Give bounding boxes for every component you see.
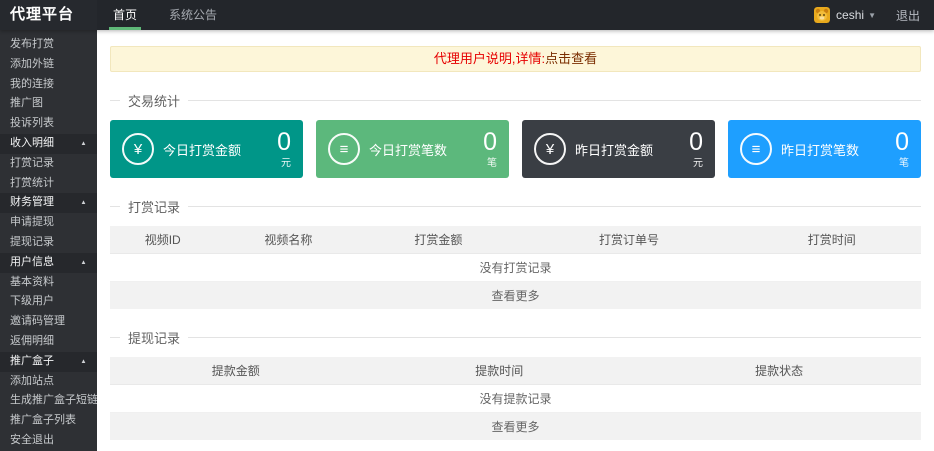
notice-link[interactable]: 点击查看	[545, 51, 597, 66]
stat-card-label: 今日打赏金额	[163, 142, 242, 158]
reward-records-table: 视频ID 视频名称 打赏金额 打赏订单号 打赏时间 没有打赏记录 查看更多	[110, 226, 921, 309]
sidebar-item-basic-profile[interactable]: 基本资料	[0, 273, 97, 293]
sidebar-item-add-site[interactable]: 添加站点	[0, 372, 97, 392]
stat-card-today-count: ≡ 今日打赏笔数 0 笔	[316, 120, 509, 178]
table-header-row: 提款金额 提款时间 提款状态	[110, 357, 921, 385]
col-withdraw-amount: 提款金额	[110, 357, 362, 385]
sidebar-item-reward-stats[interactable]: 打赏统计	[0, 174, 97, 194]
user-avatar[interactable]	[814, 7, 831, 23]
notice-banner[interactable]: 代理用户说明,详情:点击查看	[110, 46, 921, 72]
sidebar-item-add-external-link[interactable]: 添加外链	[0, 55, 97, 75]
stat-card-label: 昨日打赏笔数	[781, 142, 860, 158]
stat-card-today-amount: ¥ 今日打赏金额 0 元	[110, 120, 303, 178]
stat-card-yesterday-amount: ¥ 昨日打赏金额 0 元	[522, 120, 715, 178]
sidebar-section-finance[interactable]: 财务管理 ▲	[0, 193, 97, 214]
list-circle-icon: ≡	[328, 133, 360, 165]
sidebar-item-withdraw-records[interactable]: 提现记录	[0, 233, 97, 253]
sidebar-item-complaint-list[interactable]: 投诉列表	[0, 114, 97, 134]
view-more-button[interactable]: 查看更多	[110, 281, 921, 309]
section-title-text: 打赏记录	[128, 200, 181, 215]
sidebar-item-safe-logout[interactable]: 安全退出	[0, 431, 97, 451]
list-circle-icon: ≡	[740, 133, 772, 165]
section-title-text: 提现记录	[128, 331, 181, 346]
sidebar-section-label: 用户信息	[10, 255, 54, 268]
stat-cards: ¥ 今日打赏金额 0 元 ≡ 今日打赏笔数 0 笔 ¥ 昨日打赏金额 0 元 ≡	[110, 120, 921, 178]
yen-circle-icon: ¥	[534, 133, 566, 165]
top-header: 代理平台 首页 系统公告 ceshi ▼ 退出	[0, 0, 934, 30]
view-more-button[interactable]: 查看更多	[110, 412, 921, 440]
stat-card-value: 0	[895, 127, 909, 156]
yen-circle-icon: ¥	[122, 133, 154, 165]
chevron-up-icon: ▲	[80, 259, 87, 266]
username[interactable]: ceshi	[836, 8, 864, 22]
chevron-up-icon: ▲	[80, 358, 87, 365]
table-header-row: 视频ID 视频名称 打赏金额 打赏订单号 打赏时间	[110, 226, 921, 254]
empty-message: 没有打赏记录	[110, 253, 921, 282]
header-user-area: ceshi ▼ 退出	[814, 0, 934, 30]
empty-message: 没有提款记录	[110, 384, 921, 413]
sidebar-item-invite-code-mgmt[interactable]: 邀请码管理	[0, 312, 97, 332]
stat-card-unit: 笔	[487, 157, 497, 169]
col-video-name: 视频名称	[215, 226, 362, 254]
col-withdraw-time: 提款时间	[361, 357, 638, 385]
col-reward-order-no: 打赏订单号	[515, 226, 743, 254]
sidebar-item-apply-withdraw[interactable]: 申请提现	[0, 213, 97, 233]
stat-card-unit: 元	[693, 157, 703, 169]
col-reward-amount: 打赏金额	[361, 226, 516, 254]
stat-card-value: 0	[277, 127, 291, 156]
sidebar-item-promo-box-list[interactable]: 推广盒子列表	[0, 411, 97, 431]
stat-card-unit: 笔	[899, 157, 909, 169]
sidebar-item-reward-records[interactable]: 打赏记录	[0, 154, 97, 174]
stat-card-label: 今日打赏笔数	[369, 142, 448, 158]
sidebar-item-my-links[interactable]: 我的连接	[0, 75, 97, 95]
sidebar-section-label: 收入明细	[10, 136, 54, 149]
col-video-id: 视频ID	[110, 226, 216, 254]
stat-card-unit: 元	[281, 157, 291, 169]
empty-row: 没有提款记录	[110, 384, 921, 413]
section-title-transaction-stats: 交易统计	[110, 91, 921, 110]
sidebar-item-promo-image[interactable]: 推广图	[0, 94, 97, 114]
main-content: 代理用户说明,详情:点击查看 交易统计 ¥ 今日打赏金额 0 元 ≡ 今日打赏笔…	[97, 30, 934, 451]
sidebar-item-publish-reward[interactable]: 发布打赏	[0, 35, 97, 55]
col-withdraw-status: 提款状态	[637, 357, 921, 385]
section-title-withdraw-records: 提现记录	[110, 328, 921, 347]
notice-text: 代理用户说明,详情:	[433, 51, 546, 66]
sidebar-section-income-detail[interactable]: 收入明细 ▲	[0, 133, 97, 154]
section-title-reward-records: 打赏记录	[110, 197, 921, 216]
section-title-text: 交易统计	[128, 94, 181, 109]
view-more-row: 查看更多	[110, 281, 921, 309]
sidebar-item-rebate-detail[interactable]: 返佣明细	[0, 332, 97, 352]
col-reward-time: 打赏时间	[742, 226, 921, 254]
empty-row: 没有打赏记录	[110, 253, 921, 282]
view-more-row: 查看更多	[110, 412, 921, 440]
logout-button[interactable]: 退出	[896, 7, 920, 24]
sidebar-section-promo-box[interactable]: 推广盒子 ▲	[0, 351, 97, 372]
brand-logo: 代理平台	[0, 0, 97, 30]
chevron-up-icon: ▲	[80, 140, 87, 147]
stat-card-yesterday-count: ≡ 昨日打赏笔数 0 笔	[728, 120, 921, 178]
tab-home[interactable]: 首页	[97, 0, 153, 30]
tab-system-announcement[interactable]: 系统公告	[153, 0, 233, 30]
stat-card-value: 0	[483, 127, 497, 156]
sidebar-nav: 发布打赏 添加外链 我的连接 推广图 投诉列表 收入明细 ▲ 打赏记录 打赏统计…	[0, 30, 97, 451]
chevron-up-icon: ▲	[80, 199, 87, 207]
stat-card-value: 0	[689, 127, 703, 156]
sidebar-section-label: 财务管理	[10, 196, 54, 209]
header-tabs: 首页 系统公告	[97, 0, 233, 30]
sidebar-item-gen-promo-shortlink[interactable]: 生成推广盒子短链接	[0, 391, 97, 411]
sidebar-section-label: 推广盒子	[10, 354, 54, 367]
stat-card-label: 昨日打赏金额	[575, 142, 654, 158]
sidebar-item-sub-users[interactable]: 下级用户	[0, 292, 97, 312]
sidebar-section-user-info[interactable]: 用户信息 ▲	[0, 252, 97, 273]
chevron-down-icon[interactable]: ▼	[868, 11, 876, 20]
withdraw-records-table: 提款金额 提款时间 提款状态 没有提款记录 查看更多	[110, 357, 921, 440]
